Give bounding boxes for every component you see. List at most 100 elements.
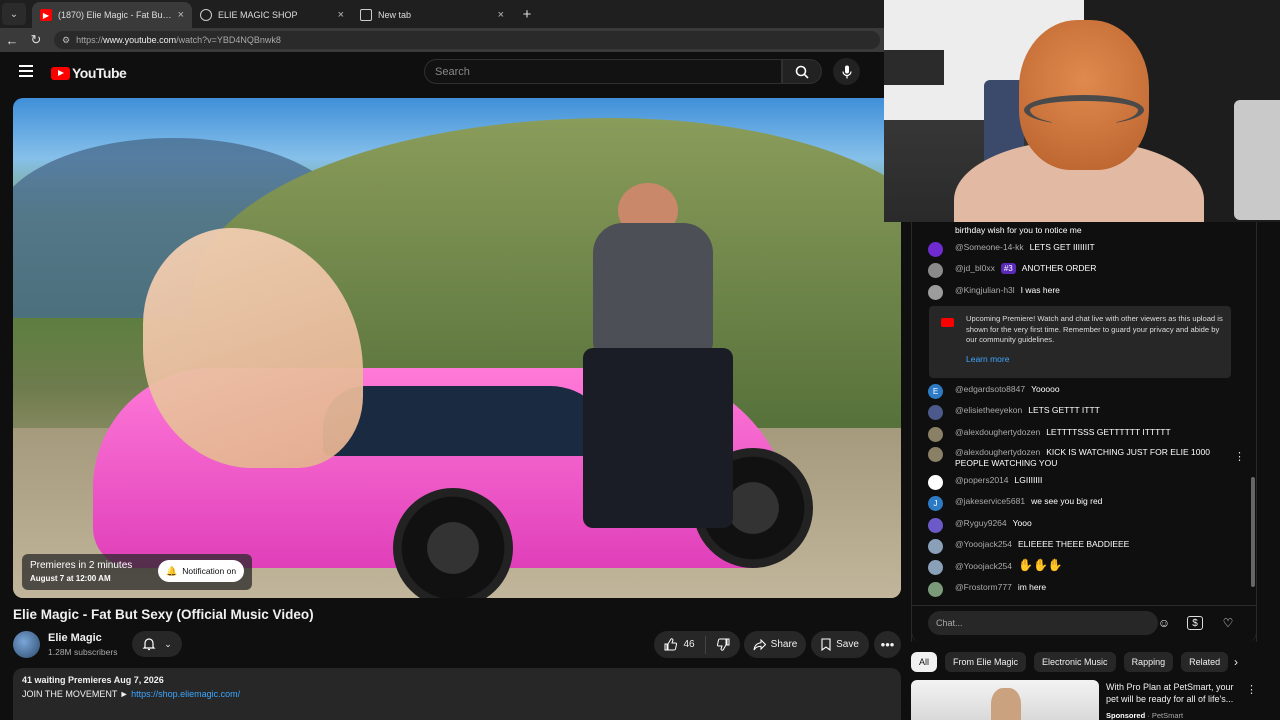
ad-more-icon[interactable]: ⋮ — [1246, 683, 1257, 696]
menu-icon[interactable] — [19, 65, 33, 77]
chat-avatar[interactable] — [928, 582, 943, 597]
chat-message[interactable]: @alexdoughertydozen KICK IS WATCHING JUST… — [928, 447, 1238, 469]
chip-from-elie-magic[interactable]: From Elie Magic — [945, 652, 1027, 672]
reload-icon[interactable]: ↻ — [24, 29, 48, 51]
chat-message[interactable]: @elisietheeyekon LETS GETTT ITTT — [928, 405, 1238, 420]
learn-more-link[interactable]: Learn more — [966, 354, 1009, 364]
chat-author[interactable]: @Someone-14-kk — [955, 242, 1024, 252]
chat-author[interactable]: @alexdoughertydozen — [955, 447, 1040, 457]
chat-text: im here — [1017, 582, 1047, 592]
chat-author[interactable]: @Frostorm777 — [955, 582, 1012, 592]
chat-author[interactable]: @Kingjulian-h3l — [955, 285, 1015, 295]
shop-link[interactable]: https://shop.eliemagic.com/ — [131, 689, 240, 699]
search-input[interactable]: Search — [424, 59, 782, 84]
chat-text: LGIIIIIII — [1014, 475, 1043, 485]
chat-message[interactable]: @Yooojack254 ELIEEEE THEEE BADDIEEE — [928, 539, 1238, 554]
like-button[interactable]: 46 — [654, 635, 706, 654]
chat-author[interactable]: @jd_bl0xx — [955, 263, 995, 273]
chat-message[interactable]: J @jakeservice5681 we see you big red — [928, 496, 1238, 511]
chat-message[interactable]: @Someone-14-kk LETS GET IIIIIIIT — [928, 242, 1238, 257]
chat-avatar[interactable]: J — [928, 496, 943, 511]
video-title: Elie Magic - Fat But Sexy (Official Musi… — [13, 607, 314, 622]
chat-avatar[interactable]: E — [928, 384, 943, 399]
chat-avatar[interactable] — [928, 447, 943, 462]
ad-thumbnail[interactable] — [911, 680, 1099, 720]
chat-message[interactable]: @alexdoughertydozen LETTTTSSS GETTTTTT IT… — [928, 427, 1238, 442]
chat-message-body: @Frostorm777 im here — [955, 582, 1046, 593]
tab-new-tab[interactable]: New tab × — [352, 2, 512, 28]
site-info-icon[interactable]: ⚙ — [62, 35, 70, 46]
chat-message[interactable]: @Frostorm777 im here — [928, 582, 1238, 597]
chat-author[interactable]: @elisietheeyekon — [955, 405, 1022, 415]
chat-author[interactable]: @Yooojack254 — [955, 539, 1012, 549]
address-bar[interactable]: ⚙ https://www.youtube.com/watch?v=YBD4NQ… — [54, 31, 880, 49]
tab-youtube[interactable]: ▶ (1870) Elie Magic - Fat But Sexy (O × — [32, 2, 192, 28]
description-box[interactable]: 41 waiting Premieres Aug 7, 2026 JOIN TH… — [13, 668, 901, 720]
emoji-icon[interactable]: ☺ — [1155, 614, 1173, 632]
tab-elie-magic-shop[interactable]: ELIE MAGIC SHOP × — [192, 2, 352, 28]
premiere-countdown: Premieres in 2 minutes August 7 at 12:00… — [22, 554, 252, 590]
related-chips: All From Elie Magic Electronic Music Rap… — [911, 652, 1246, 674]
close-tab-icon[interactable]: × — [338, 9, 344, 21]
save-button[interactable]: Save — [811, 631, 869, 658]
tab-title: New tab — [378, 10, 412, 20]
chat-avatar[interactable] — [928, 539, 943, 554]
chat-avatar[interactable] — [928, 427, 943, 442]
sponsored-label: Sponsored — [1106, 711, 1146, 720]
more-actions-button[interactable]: ••• — [874, 631, 901, 658]
chat-message[interactable]: E @edgardsoto8847 Yooooo — [928, 384, 1238, 399]
heart-icon[interactable]: ♡ — [1219, 614, 1237, 632]
chat-message[interactable]: @Yooojack254 ✋✋✋ — [928, 559, 1238, 575]
chat-text: we see you big red — [1031, 496, 1103, 506]
chat-message[interactable]: birthday wish for you to notice me — [928, 225, 1238, 240]
chat-author[interactable]: @alexdoughertydozen — [955, 427, 1040, 437]
subscribed-button[interactable]: ⌄ — [132, 631, 182, 657]
chat-avatar[interactable] — [928, 560, 943, 575]
voice-search-button[interactable] — [833, 58, 860, 85]
chat-message[interactable]: @jd_bl0xx #3 ANOTHER ORDER — [928, 263, 1238, 278]
new-tab-button[interactable]: + — [516, 3, 538, 25]
close-tab-icon[interactable]: × — [498, 9, 504, 21]
super-chat-icon[interactable]: $ — [1187, 616, 1203, 630]
chat-author[interactable]: @popers2014 — [955, 475, 1009, 485]
like-dislike-group: 46 — [654, 631, 740, 658]
chat-message-body: @alexdoughertydozen KICK IS WATCHING JUST… — [955, 447, 1238, 469]
chat-avatar[interactable] — [928, 405, 943, 420]
youtube-logo[interactable]: YouTube — [51, 65, 127, 81]
chat-message[interactable]: @popers2014 LGIIIIIII — [928, 475, 1238, 490]
close-tab-icon[interactable]: × — [178, 9, 184, 21]
chat-avatar[interactable] — [928, 242, 943, 257]
back-arrow-icon[interactable]: ← — [0, 29, 24, 51]
chat-author[interactable]: @edgardsoto8847 — [955, 384, 1025, 394]
search-button[interactable] — [782, 59, 822, 84]
ad-title[interactable]: With Pro Plan at PetSmart, your pet will… — [1106, 681, 1246, 705]
thumbnail-wheel — [393, 488, 513, 598]
video-player[interactable]: Premieres in 2 minutes August 7 at 12:00… — [13, 98, 901, 598]
chat-scrollbar[interactable] — [1251, 477, 1255, 587]
chat-avatar[interactable] — [928, 518, 943, 533]
channel-name[interactable]: Elie Magic — [48, 632, 102, 644]
microphone-icon — [841, 65, 852, 78]
chip-electronic-music[interactable]: Electronic Music — [1034, 652, 1116, 672]
chat-avatar[interactable] — [928, 475, 943, 490]
notification-label: Notification on — [182, 566, 237, 576]
chat-message[interactable]: @Kingjulian-h3l I was here — [928, 285, 1238, 300]
chip-rapping[interactable]: Rapping — [1123, 652, 1174, 672]
thumbnail-car-window — [323, 386, 613, 456]
chat-avatar[interactable] — [928, 285, 943, 300]
dislike-button[interactable] — [706, 638, 740, 651]
chat-input[interactable]: Chat... — [928, 611, 1158, 635]
chip-related[interactable]: Related — [1181, 652, 1229, 672]
chat-avatar[interactable] — [928, 263, 943, 278]
tab-list-chevron-icon[interactable]: ⌄ — [2, 3, 26, 25]
notification-button[interactable]: 🔔 Notification on — [158, 560, 244, 582]
chat-author[interactable]: @Yooojack254 — [955, 561, 1012, 571]
chat-author[interactable]: @Ryguy9264 — [955, 518, 1007, 528]
chevron-right-icon[interactable]: › — [1234, 655, 1238, 669]
channel-avatar[interactable] — [13, 631, 40, 658]
share-button[interactable]: Share — [744, 631, 806, 658]
chat-message[interactable]: @Ryguy9264 Yooo — [928, 518, 1238, 533]
description-prefix: JOIN THE MOVEMENT ► — [22, 689, 132, 699]
chat-author[interactable]: @jakeservice5681 — [955, 496, 1025, 506]
chip-all[interactable]: All — [911, 652, 938, 672]
